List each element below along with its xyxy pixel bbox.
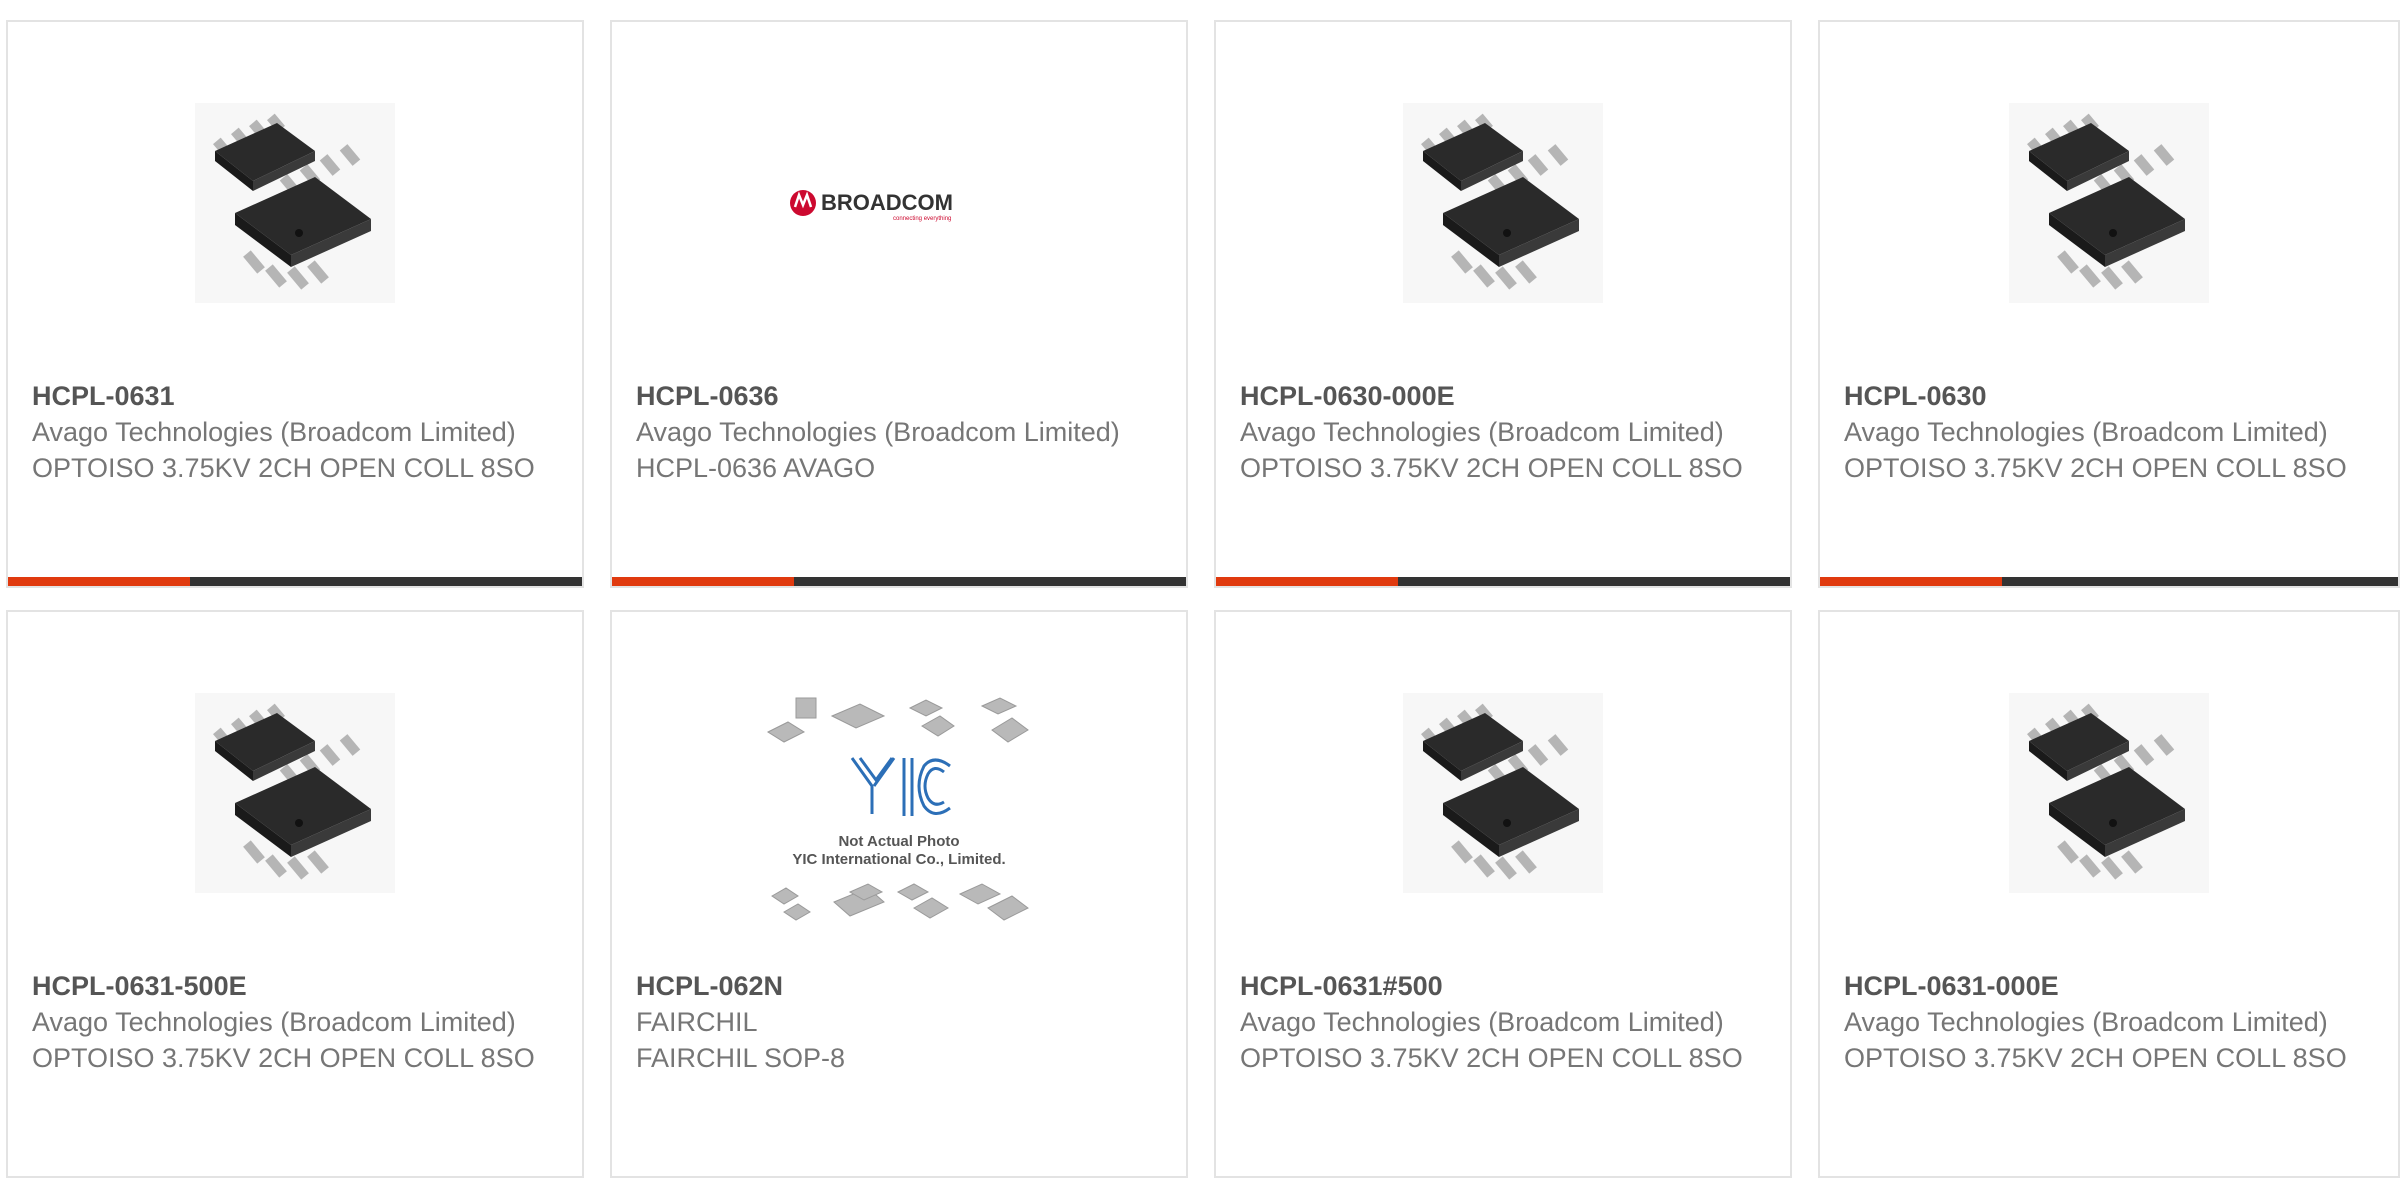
product-card[interactable]: HCPL-0630 Avago Technologies (Broadcom L… bbox=[1818, 20, 2400, 588]
product-info: HCPL-0630 Avago Technologies (Broadcom L… bbox=[1844, 378, 2374, 486]
part-number-link[interactable]: HCPL-0630-000E bbox=[1240, 378, 1766, 414]
description: OPTOISO 3.75KV 2CH OPEN COLL 8SO bbox=[1240, 453, 1743, 483]
description: OPTOISO 3.75KV 2CH OPEN COLL 8SO bbox=[32, 453, 535, 483]
manufacturer: Avago Technologies (Broadcom Limited) bbox=[1240, 417, 1724, 447]
soic8-chip-photo bbox=[195, 693, 395, 893]
description: OPTOISO 3.75KV 2CH OPEN COLL 8SO bbox=[1844, 453, 2347, 483]
yic-line2: YIC International Co., Limited. bbox=[792, 851, 1005, 868]
product-info: HCPL-0631#500 Avago Technologies (Broadc… bbox=[1240, 968, 1766, 1076]
broadcom-logo: BROADCOM connecting everything bbox=[790, 190, 953, 222]
product-info: HCPL-0631-000E Avago Technologies (Broad… bbox=[1844, 968, 2374, 1076]
manufacturer: FAIRCHIL bbox=[636, 1007, 758, 1037]
part-number-link[interactable]: HCPL-0631-000E bbox=[1844, 968, 2374, 1004]
product-card[interactable]: HCPL-0630-000E Avago Technologies (Broad… bbox=[1214, 20, 1792, 588]
description: OPTOISO 3.75KV 2CH OPEN COLL 8SO bbox=[32, 1043, 535, 1073]
product-info: HCPL-0631 Avago Technologies (Broadcom L… bbox=[32, 378, 558, 486]
product-image[interactable] bbox=[1820, 678, 2398, 908]
manufacturer: Avago Technologies (Broadcom Limited) bbox=[32, 1007, 516, 1037]
card-accent-bar bbox=[8, 577, 582, 586]
product-card[interactable]: HCPL-0631-500E Avago Technologies (Broad… bbox=[6, 610, 584, 1178]
part-number-link[interactable]: HCPL-062N bbox=[636, 968, 1162, 1004]
manufacturer: Avago Technologies (Broadcom Limited) bbox=[636, 417, 1120, 447]
soic8-chip-photo bbox=[1403, 103, 1603, 303]
product-info: HCPL-0631-500E Avago Technologies (Broad… bbox=[32, 968, 558, 1076]
product-card[interactable]: HCPL-0631-000E Avago Technologies (Broad… bbox=[1818, 610, 2400, 1178]
product-card[interactable]: HCPL-0631#500 Avago Technologies (Broadc… bbox=[1214, 610, 1792, 1178]
yic-placeholder: Not Actual Photo YIC International Co., … bbox=[766, 697, 1029, 921]
product-image[interactable]: Not Actual Photo YIC International Co., … bbox=[612, 696, 1186, 936]
part-number-link[interactable]: HCPL-0631 bbox=[32, 378, 558, 414]
description: OPTOISO 3.75KV 2CH OPEN COLL 8SO bbox=[1240, 1043, 1743, 1073]
soic8-chip-photo bbox=[2009, 693, 2209, 893]
card-accent-bar bbox=[1820, 577, 2398, 586]
soic8-chip-photo bbox=[2009, 103, 2209, 303]
product-image[interactable]: BROADCOM connecting everything bbox=[612, 88, 1186, 318]
product-image[interactable] bbox=[8, 678, 582, 908]
description: FAIRCHIL SOP-8 bbox=[636, 1043, 846, 1073]
part-number-link[interactable]: HCPL-0631#500 bbox=[1240, 968, 1766, 1004]
manufacturer: Avago Technologies (Broadcom Limited) bbox=[1240, 1007, 1724, 1037]
part-number-link[interactable]: HCPL-0630 bbox=[1844, 378, 2374, 414]
manufacturer: Avago Technologies (Broadcom Limited) bbox=[1844, 417, 2328, 447]
product-image[interactable] bbox=[8, 88, 582, 318]
soic8-chip-photo bbox=[195, 103, 395, 303]
product-card[interactable]: Not Actual Photo YIC International Co., … bbox=[610, 610, 1188, 1178]
product-card[interactable]: BROADCOM connecting everything HCPL-0636… bbox=[610, 20, 1188, 588]
product-grid: HCPL-0631 Avago Technologies (Broadcom L… bbox=[0, 0, 2400, 1178]
card-accent-bar bbox=[1216, 577, 1790, 586]
card-accent-bar bbox=[612, 577, 1186, 586]
broadcom-logo-text: BROADCOM bbox=[821, 190, 953, 215]
description: OPTOISO 3.75KV 2CH OPEN COLL 8SO bbox=[1844, 1043, 2347, 1073]
manufacturer: Avago Technologies (Broadcom Limited) bbox=[1844, 1007, 2328, 1037]
part-number-link[interactable]: HCPL-0636 bbox=[636, 378, 1162, 414]
product-info: HCPL-0636 Avago Technologies (Broadcom L… bbox=[636, 378, 1162, 486]
product-image[interactable] bbox=[1216, 678, 1790, 908]
product-info: HCPL-062N FAIRCHIL FAIRCHIL SOP-8 bbox=[636, 968, 1162, 1076]
yic-line1: Not Actual Photo bbox=[838, 833, 959, 850]
broadcom-tagline: connecting everything bbox=[893, 216, 951, 222]
product-card[interactable]: HCPL-0631 Avago Technologies (Broadcom L… bbox=[6, 20, 584, 588]
part-number-link[interactable]: HCPL-0631-500E bbox=[32, 968, 558, 1004]
product-info: HCPL-0630-000E Avago Technologies (Broad… bbox=[1240, 378, 1766, 486]
product-image[interactable] bbox=[1216, 88, 1790, 318]
manufacturer: Avago Technologies (Broadcom Limited) bbox=[32, 417, 516, 447]
soic8-chip-photo bbox=[1403, 693, 1603, 893]
product-image[interactable] bbox=[1820, 88, 2398, 318]
description: HCPL-0636 AVAGO bbox=[636, 453, 876, 483]
